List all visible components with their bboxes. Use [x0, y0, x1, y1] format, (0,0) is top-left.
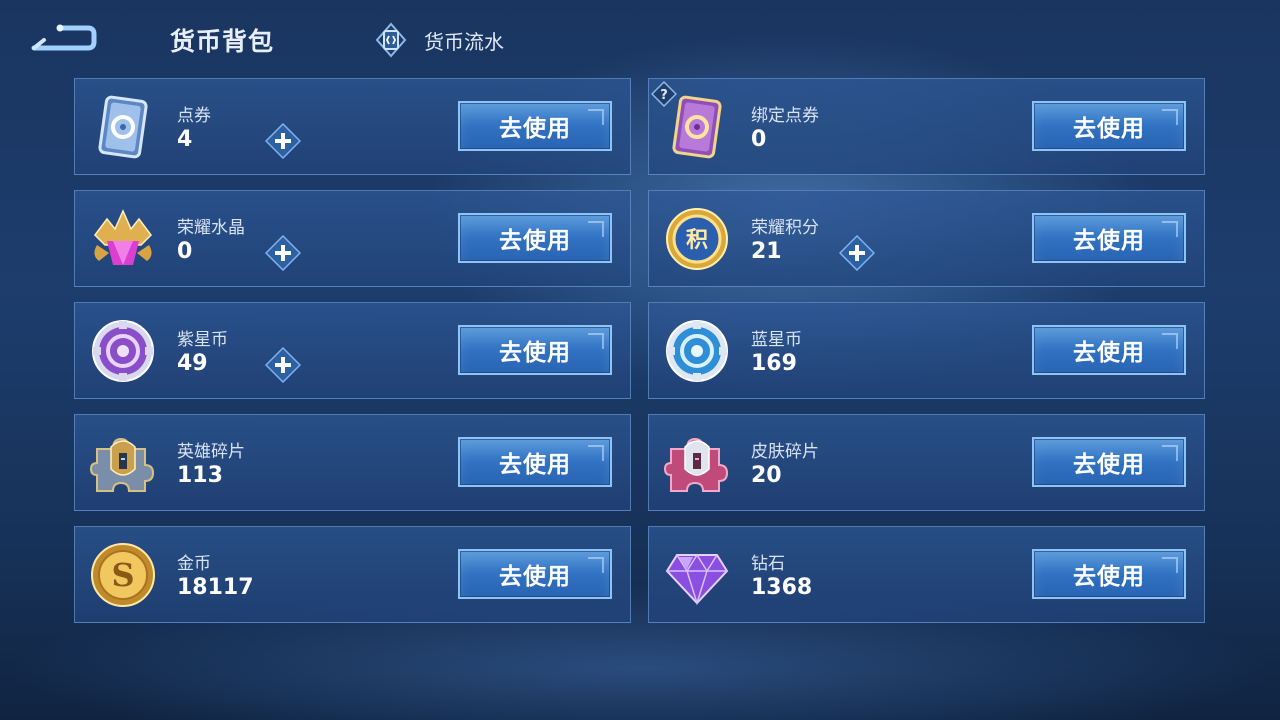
currency-amount: 0 — [751, 127, 767, 152]
currency-card-gold-coin: S 金币 18117 去使用 — [74, 526, 631, 623]
top-bar: 货币背包 货币流水 — [0, 0, 1280, 78]
svg-text:S: S — [111, 556, 134, 594]
currency-card-diamond: 钻石 1368 去使用 — [648, 526, 1205, 623]
currency-card-hero-fragment: 英雄碎片 113 去使用 — [74, 414, 631, 511]
currency-amount: 21 — [751, 239, 782, 264]
use-purple-star-coin-button[interactable]: 去使用 — [458, 325, 612, 375]
use-voucher-button[interactable]: 去使用 — [458, 101, 612, 151]
diamond-icon — [665, 553, 729, 606]
currency-amount: 18117 — [177, 575, 254, 600]
currency-flow-label: 货币流水 — [424, 29, 504, 54]
currency-amount: 113 — [177, 463, 223, 488]
skin-fragment-icon — [663, 437, 729, 492]
currency-flow-icon — [375, 22, 407, 58]
use-bound-voucher-button[interactable]: 去使用 — [1032, 101, 1186, 151]
currency-amount: 0 — [177, 239, 193, 264]
currency-card-glory-crystal: 荣耀水晶 0 去使用 — [74, 190, 631, 287]
voucher-purple-icon — [672, 95, 722, 159]
voucher-blue-icon — [98, 95, 148, 159]
currency-name: 蓝星币 — [751, 330, 802, 350]
page-title: 货币背包 — [170, 27, 275, 56]
currency-name: 钻石 — [751, 554, 785, 574]
currency-amount: 49 — [177, 351, 208, 376]
currency-amount: 4 — [177, 127, 193, 152]
currency-flow-link[interactable]: 货币流水 — [374, 22, 504, 58]
use-blue-star-coin-button[interactable]: 去使用 — [1032, 325, 1186, 375]
add-glory-crystal-plus-icon[interactable] — [265, 235, 301, 271]
currency-card-blue-star-coin: 蓝星币 169 去使用 — [648, 302, 1205, 399]
use-diamond-button[interactable]: 去使用 — [1032, 549, 1186, 599]
currency-amount: 20 — [751, 463, 782, 488]
hero-fragment-icon — [89, 437, 155, 492]
currency-name: 荣耀水晶 — [177, 218, 245, 238]
use-glory-crystal-button[interactable]: 去使用 — [458, 213, 612, 263]
use-glory-points-button[interactable]: 去使用 — [1032, 213, 1186, 263]
use-hero-fragment-button[interactable]: 去使用 — [458, 437, 612, 487]
svg-text:积: 积 — [686, 228, 708, 253]
currency-card-voucher: 点券 4 去使用 — [74, 78, 631, 175]
currency-name: 荣耀积分 — [751, 218, 819, 238]
currency-name: 紫星币 — [177, 330, 228, 350]
add-purple-star-coin-plus-icon[interactable] — [265, 347, 301, 383]
currency-name: 皮肤碎片 — [751, 442, 819, 462]
purple-star-coin-icon — [92, 320, 154, 382]
currency-card-glory-points: 积 荣耀积分 21 去使用 — [648, 190, 1205, 287]
blue-star-coin-icon — [666, 320, 728, 382]
currency-card-bound-voucher: ? 绑定点券 0 去使用 — [648, 78, 1205, 175]
currency-name: 金币 — [177, 554, 211, 574]
currency-card-skin-fragment: 皮肤碎片 20 去使用 — [648, 414, 1205, 511]
currency-amount: 169 — [751, 351, 797, 376]
add-glory-points-plus-icon[interactable] — [839, 235, 875, 271]
use-gold-coin-button[interactable]: 去使用 — [458, 549, 612, 599]
add-voucher-plus-icon[interactable] — [265, 123, 301, 159]
currency-name: 绑定点券 — [751, 106, 819, 126]
currency-name: 英雄碎片 — [177, 442, 245, 462]
glory-crystal-icon — [94, 209, 152, 265]
currency-card-purple-star-coin: 紫星币 49 去使用 — [74, 302, 631, 399]
back-arrow-icon — [31, 24, 97, 51]
use-skin-fragment-button[interactable]: 去使用 — [1032, 437, 1186, 487]
glory-points-icon: 积 — [666, 208, 728, 270]
back-button[interactable] — [30, 22, 98, 56]
gold-coin-icon: S — [91, 543, 155, 607]
currency-name: 点券 — [177, 106, 211, 126]
currency-amount: 1368 — [751, 575, 813, 600]
